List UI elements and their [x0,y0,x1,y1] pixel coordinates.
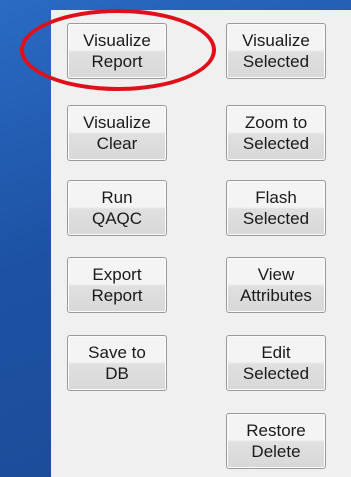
visualize-selected-button[interactable]: Visualize Selected [226,23,326,79]
flash-selected-button[interactable]: Flash Selected [226,180,326,236]
visualize-clear-button[interactable]: Visualize Clear [67,105,167,161]
view-attributes-button[interactable]: View Attributes [226,257,326,313]
run-qaqc-button[interactable]: Run QAQC [67,180,167,236]
zoom-to-selected-button[interactable]: Zoom to Selected [226,105,326,161]
restore-delete-button[interactable]: Restore Delete [226,413,326,469]
visualize-report-button[interactable]: Visualize Report [67,23,167,79]
save-to-db-button[interactable]: Save to DB [67,335,167,391]
tool-panel: Visualize Report Visualize Clear Run QAQ… [51,10,351,477]
export-report-button[interactable]: Export Report [67,257,167,313]
edit-selected-button[interactable]: Edit Selected [226,335,326,391]
